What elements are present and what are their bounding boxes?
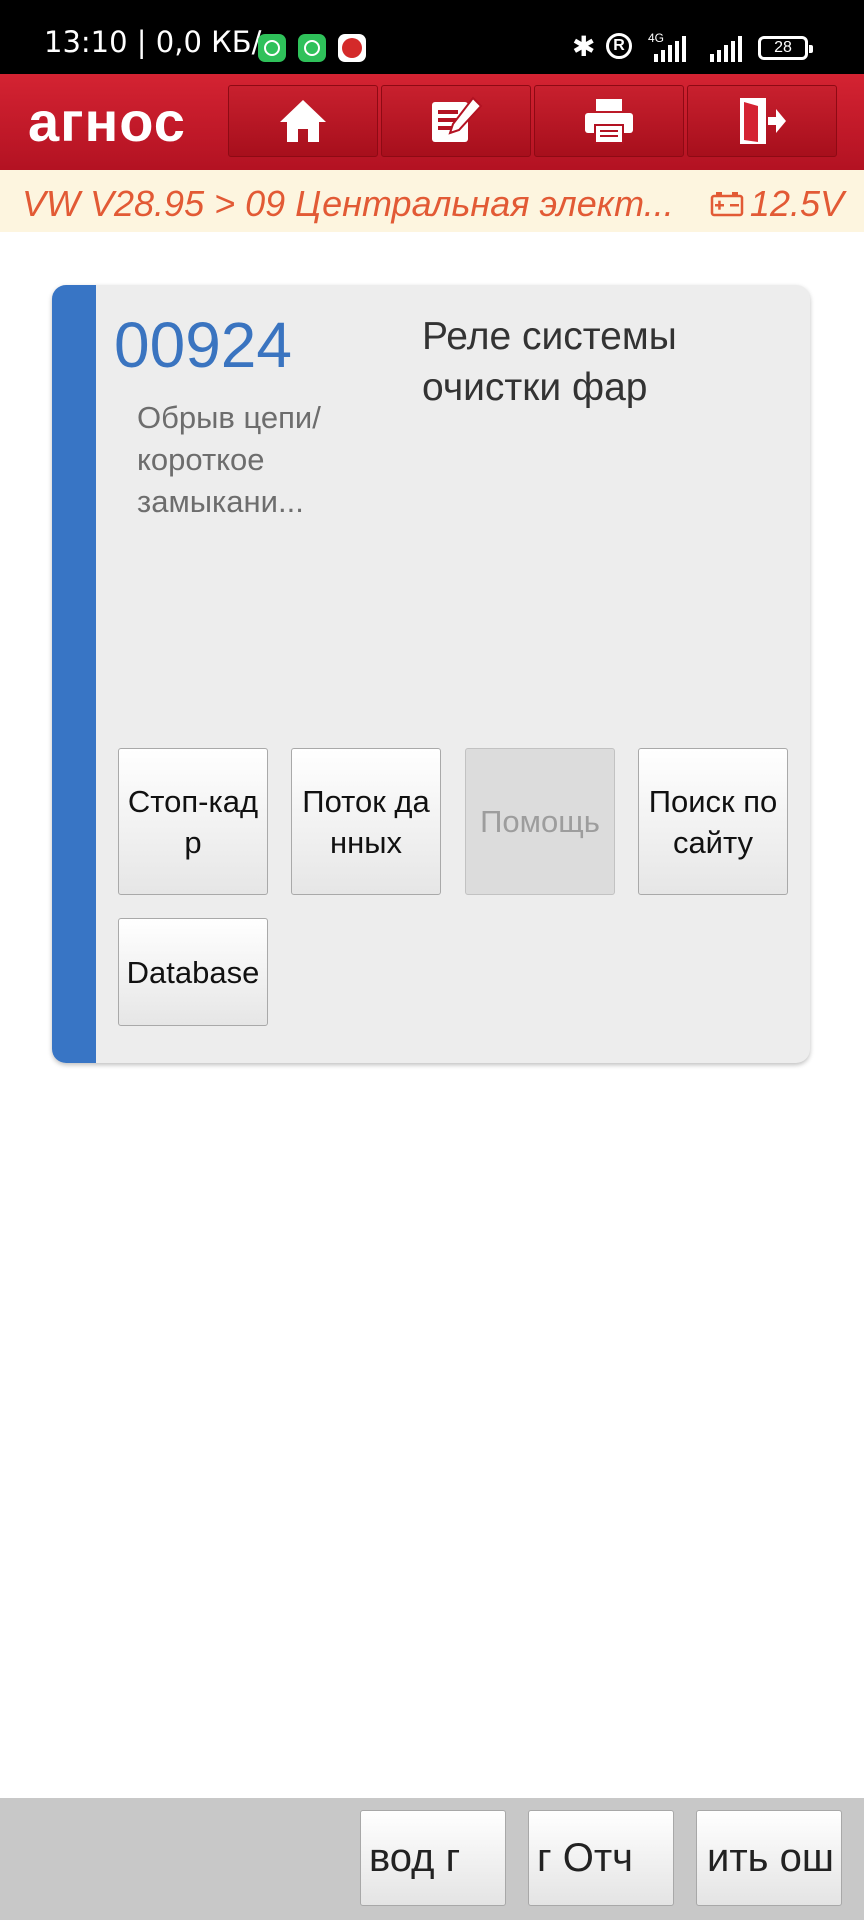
help-label: Помощь	[480, 804, 600, 839]
edit-button[interactable]	[381, 85, 531, 157]
battery-icon: 28	[758, 36, 813, 60]
roaming-icon: R	[606, 33, 632, 59]
help-button[interactable]: Помощь	[465, 748, 615, 895]
voltage-indicator: 12.5V	[710, 183, 844, 225]
breadcrumb: VW V28.95 > 09 Центральная элект... 12.5…	[0, 170, 864, 232]
dtc-card: 00924 Обрыв цепи/ короткое замыкани... Р…	[52, 285, 810, 1063]
app-header: агнос	[0, 74, 864, 170]
voltage-value: 12.5V	[749, 183, 844, 224]
bottom-button-1[interactable]: вод г	[360, 1810, 506, 1906]
whatsapp-business-icon	[298, 34, 326, 62]
report-button-label: г Отч	[537, 1835, 633, 1880]
exit-icon	[740, 98, 786, 144]
home-button[interactable]	[228, 85, 378, 157]
freeze-frame-button[interactable]: Стоп-кадр	[118, 748, 268, 895]
database-button[interactable]: Database	[118, 918, 268, 1026]
status-time: 13:10 | 0,0 КБ/с	[44, 25, 278, 59]
bottom-button-1-label: вод г	[369, 1835, 461, 1880]
database-label: Database	[126, 954, 260, 990]
exit-button[interactable]	[687, 85, 837, 157]
bluetooth-icon: ✱	[572, 31, 596, 62]
card-accent-stripe	[52, 285, 96, 1063]
bottom-toolbar: вод г г Отч ить ош	[0, 1798, 864, 1920]
app-brand: агнос	[28, 92, 186, 152]
dtc-status: Обрыв цепи/ короткое замыкани...	[137, 400, 321, 519]
signal-icon	[650, 36, 690, 62]
home-icon	[280, 100, 326, 142]
breadcrumb-path: VW V28.95 > 09 Центральная элект...	[22, 183, 674, 224]
site-search-label: Поиск по сайту	[648, 783, 778, 860]
site-search-button[interactable]: Поиск по сайту	[638, 748, 788, 895]
battery-level: 28	[774, 39, 792, 56]
report-button[interactable]: г Отч	[528, 1810, 674, 1906]
dtc-description: Реле системы очистки фар	[422, 315, 677, 409]
data-stream-label: Поток данных	[302, 783, 430, 860]
signal-2-icon	[708, 36, 748, 62]
car-app-icon	[338, 34, 366, 62]
whatsapp-icon	[258, 34, 286, 62]
battery-voltage-icon	[710, 192, 744, 217]
clear-codes-button[interactable]: ить ош	[696, 1810, 842, 1906]
print-button[interactable]	[534, 85, 684, 157]
print-icon	[585, 99, 633, 144]
dtc-code: 00924	[114, 309, 292, 381]
data-stream-button[interactable]: Поток данных	[291, 748, 441, 895]
freeze-frame-label: Стоп-кадр	[127, 783, 259, 860]
status-bar: 13:10 | 0,0 КБ/с ✱ R 4G 28	[0, 0, 864, 74]
clear-codes-label: ить ош	[707, 1835, 834, 1880]
edit-icon	[432, 96, 483, 142]
